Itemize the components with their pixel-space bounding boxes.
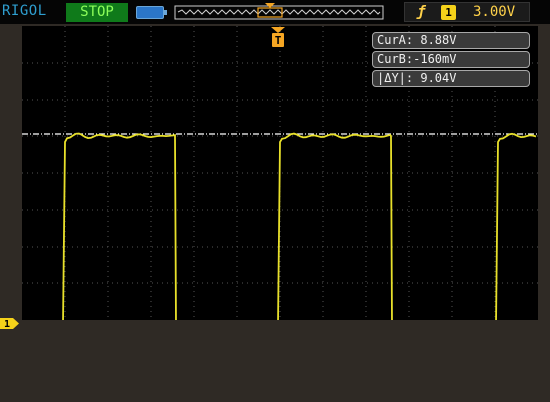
cursor-readout-panel: CurA: 8.88V CurB:-160mV |ΔY|: 9.04V (372, 32, 530, 89)
waveform-display[interactable]: T CurA: 8.88V CurB:-160mV |ΔY|: 9.04V (22, 26, 538, 320)
brand-logo: RIGOL (2, 3, 47, 19)
trigger-level: 3.00V (473, 4, 516, 20)
trigger-marker-icon: T (271, 27, 285, 47)
trigger-settings[interactable]: ƒ 1 3.00V (404, 2, 530, 22)
top-status-bar: RIGOL STOP ƒ 1 3.00V (0, 0, 550, 24)
channel-1-marker-label: 1 (4, 319, 10, 329)
rising-edge-icon: ƒ (417, 4, 426, 20)
battery-icon (136, 6, 167, 19)
delta-y-readout: |ΔY|: 9.04V (372, 70, 530, 87)
cursor-a-readout: CurA: 8.88V (372, 32, 530, 49)
trigger-marker-label: T (275, 34, 282, 47)
memory-position-bar (174, 3, 384, 20)
channel-1-waveform (62, 132, 537, 320)
channel-1-trace (62, 132, 537, 320)
lower-panel (0, 330, 550, 402)
run-stop-status[interactable]: STOP (66, 3, 128, 22)
channel-1-marker-icon[interactable]: 1 (0, 318, 20, 329)
cursor-b-readout: CurB:-160mV (372, 51, 530, 68)
trigger-source-badge: 1 (441, 5, 456, 20)
